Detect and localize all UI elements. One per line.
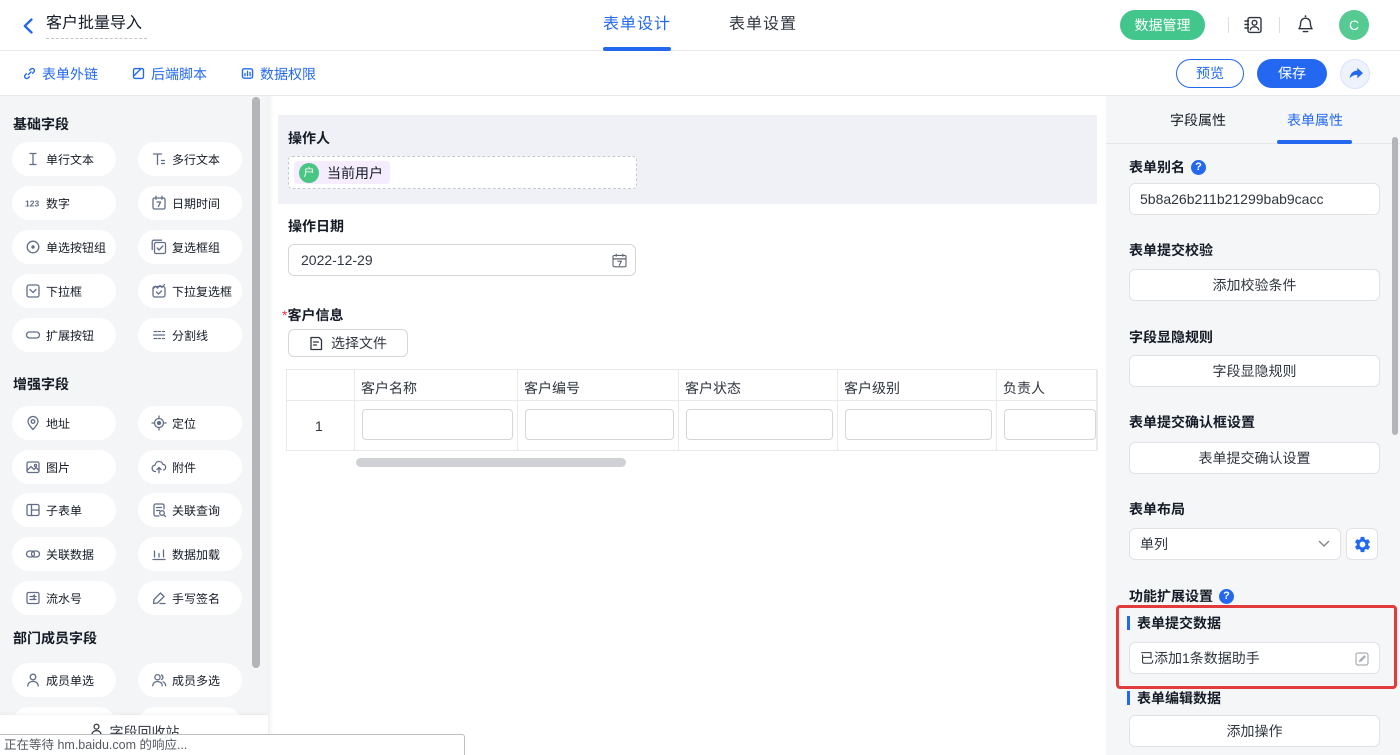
- svg-text:123: 123: [25, 199, 39, 209]
